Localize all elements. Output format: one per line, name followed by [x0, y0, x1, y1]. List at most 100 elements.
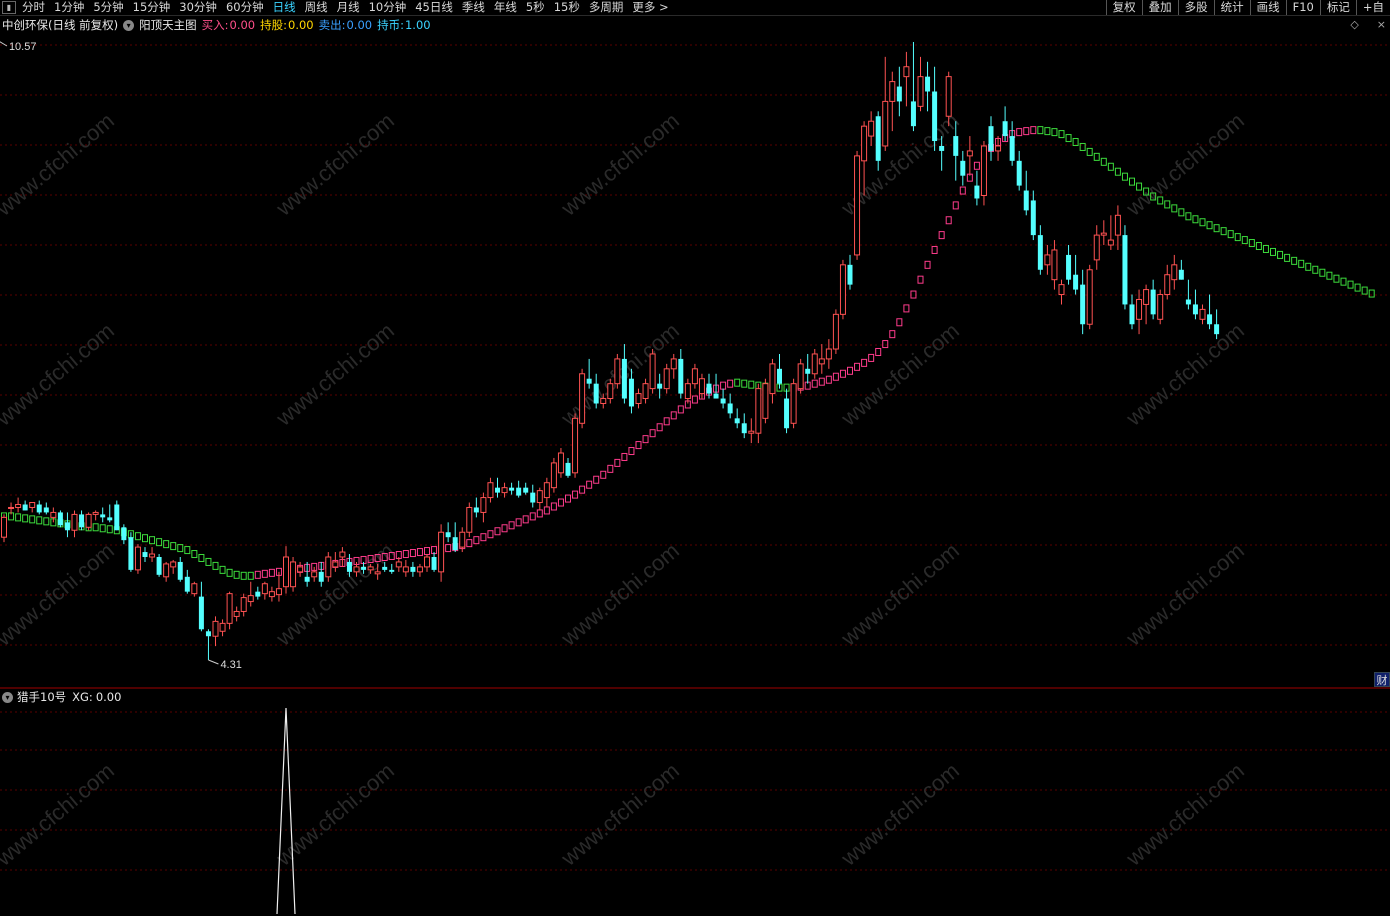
- candle-body: [839, 264, 846, 315]
- trend-marker: [1185, 212, 1192, 221]
- candle-body: [50, 511, 57, 518]
- candle-body: [1002, 121, 1008, 137]
- trend-marker: [642, 435, 649, 444]
- candle-body: [431, 556, 437, 570]
- trend-marker: [727, 379, 734, 388]
- trend-marker: [163, 540, 170, 549]
- trend-marker: [1016, 128, 1023, 137]
- trend-marker: [1171, 204, 1178, 213]
- trend-marker: [1114, 167, 1121, 176]
- trend-marker: [677, 405, 684, 414]
- trend-marker: [1333, 274, 1340, 283]
- candle-body: [71, 513, 78, 531]
- candle-body: [698, 378, 705, 395]
- candle-body: [805, 368, 811, 374]
- sub-chart-header: ▾ 猎手10号 XG: 0.00: [0, 688, 121, 706]
- high-marker-label: 10.57: [9, 41, 37, 53]
- candle-body: [156, 556, 162, 575]
- trend-marker: [226, 568, 233, 577]
- trend-marker: [550, 502, 557, 511]
- trend-marker: [1270, 247, 1276, 256]
- candle-body: [769, 363, 776, 395]
- candle-body: [219, 622, 226, 632]
- trend-marker: [1227, 230, 1234, 239]
- candle-body: [487, 482, 494, 499]
- trend-marker: [198, 553, 205, 562]
- trend-marker: [1312, 265, 1319, 274]
- trend-marker: [1023, 127, 1030, 136]
- candle-body: [1192, 304, 1198, 315]
- trend-marker: [529, 512, 536, 521]
- candle-body: [727, 403, 733, 414]
- candle-body: [1107, 239, 1114, 246]
- xg-signal-spike: [276, 707, 296, 915]
- candle-body: [1207, 314, 1213, 325]
- watermark-text: www.cfchi.com: [836, 538, 964, 651]
- candle-body: [367, 566, 374, 571]
- trend-marker: [670, 411, 677, 420]
- candle-body: [389, 569, 395, 572]
- candle-body: [649, 353, 656, 390]
- trend-marker: [177, 544, 184, 553]
- candle-body: [416, 566, 423, 573]
- candle-body: [1136, 298, 1143, 320]
- kline-chart[interactable]: www.cfchi.com www.cfchi.com www.cfchi.com w…: [0, 0, 1390, 916]
- trend-marker: [219, 565, 226, 574]
- candle-body: [1164, 274, 1171, 296]
- trend-marker: [416, 548, 423, 557]
- candle-body: [741, 423, 747, 434]
- candle-body: [438, 531, 445, 573]
- trend-marker: [973, 161, 980, 170]
- trend-marker: [170, 542, 177, 551]
- candle-body: [670, 358, 677, 370]
- trend-marker: [1220, 227, 1227, 236]
- trend-marker: [233, 570, 240, 579]
- candle-body: [1073, 274, 1079, 290]
- trend-marker: [875, 347, 882, 356]
- trend-marker: [424, 547, 430, 556]
- trend-marker: [1199, 218, 1206, 227]
- candle-body: [932, 91, 938, 142]
- trend-marker: [409, 549, 416, 558]
- trend-marker: [889, 330, 896, 339]
- trend-marker: [1361, 286, 1368, 295]
- sub-indicator-name[interactable]: 猎手10号: [17, 689, 66, 705]
- trend-marker: [22, 514, 29, 523]
- trend-marker: [522, 515, 529, 524]
- candle-body: [142, 552, 148, 557]
- trend-marker: [1326, 271, 1333, 280]
- watermark-text: www.cfchi.com: [1121, 108, 1249, 221]
- trend-marker: [691, 395, 698, 404]
- candle-body: [290, 561, 297, 588]
- trend-marker: [1072, 138, 1079, 147]
- candle-body: [811, 353, 818, 375]
- trend-marker: [445, 544, 452, 553]
- candle-body: [960, 160, 966, 176]
- candle-body: [240, 597, 247, 612]
- trend-marker: [205, 557, 212, 566]
- trend-marker: [1178, 208, 1185, 217]
- candle-body: [1129, 304, 1135, 325]
- candle-body: [170, 561, 177, 568]
- candle-body: [572, 417, 579, 474]
- candle-body: [163, 563, 170, 578]
- candle-body: [184, 576, 190, 592]
- candle-body: [557, 452, 564, 474]
- watermark-text: www.cfchi.com: [1121, 538, 1249, 651]
- trend-marker: [515, 518, 522, 527]
- candle-body: [1100, 232, 1107, 236]
- candle-body: [1093, 234, 1100, 261]
- trend-marker: [1121, 172, 1128, 181]
- candle-body: [79, 514, 85, 528]
- candle-body: [663, 368, 670, 390]
- candle-body: [1066, 254, 1072, 280]
- candle-body: [917, 76, 924, 107]
- sub-indicator-menu-icon[interactable]: ▾: [2, 691, 13, 703]
- candle-body: [255, 591, 261, 597]
- candle-body: [713, 393, 719, 399]
- finance-tab[interactable]: 财: [1374, 672, 1390, 687]
- trend-marker: [1340, 277, 1347, 286]
- candle-body: [854, 155, 861, 256]
- trend-marker: [494, 527, 501, 536]
- trend-marker: [593, 475, 600, 484]
